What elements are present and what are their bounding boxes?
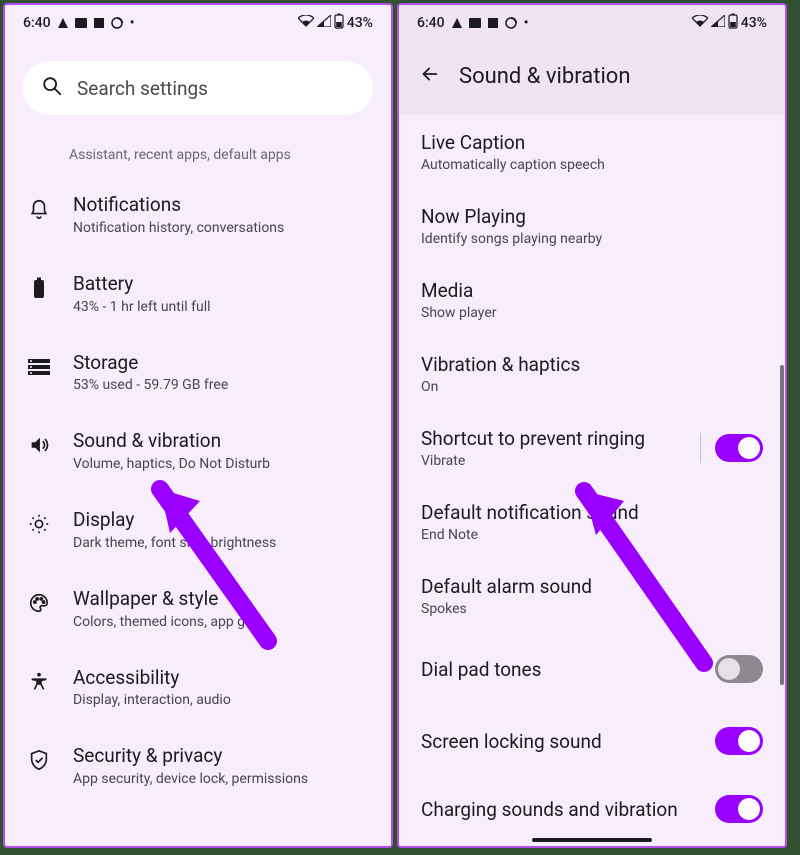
item-subtitle: Dark theme, font size, brightness [73,535,369,551]
gesture-bar [532,838,652,842]
item-title: Storage [73,351,369,375]
wifi-icon [692,15,708,31]
setting-charging-sounds[interactable]: Charging sounds and vibration [399,777,785,829]
settings-item-security[interactable]: Security & privacy App security, device … [5,726,391,805]
right-screenshot: 6:40 • 43% Sound & vibration Live Captio… [397,3,787,848]
brightness-icon [27,510,51,538]
status-dot-icon: • [524,15,529,31]
accessibility-icon [27,668,51,696]
settings-item-sound-vibration[interactable]: Sound & vibration Volume, haptics, Do No… [5,411,391,490]
item-subtitle: Vibrate [421,453,686,469]
status-app-icon [505,17,517,29]
status-app-icon [452,18,462,28]
item-title: Accessibility [73,666,369,690]
item-title: Wallpaper & style [73,587,369,611]
status-time: 6:40 [23,15,51,31]
toggle-switch[interactable] [715,795,763,823]
status-app-icon [75,18,87,28]
setting-vibration-haptics[interactable]: Vibration & haptics On [399,337,785,411]
item-subtitle: Colors, themed icons, app grid [73,614,369,630]
battery-percent: 43% [741,15,767,31]
page-title: Sound & vibration [459,64,631,89]
item-title: Shortcut to prevent ringing [421,427,686,450]
search-icon [41,75,63,101]
wifi-icon [298,15,314,31]
battery-icon [334,13,344,33]
status-app-icon [58,18,68,28]
divider [700,433,701,463]
setting-default-notification-sound[interactable]: Default notification sound End Note [399,485,785,559]
item-title: Notifications [73,193,369,217]
item-subtitle: Volume, haptics, Do Not Disturb [73,456,369,472]
item-title: Sound & vibration [73,429,369,453]
scrollbar[interactable] [780,365,784,685]
battery-icon [728,13,738,33]
settings-item-notifications[interactable]: Notifications Notification history, conv… [5,175,391,254]
item-subtitle: App security, device lock, permissions [73,771,369,787]
status-app-icon [94,18,104,28]
item-title: Default notification sound [421,501,763,524]
item-subtitle: Automatically caption speech [421,157,763,173]
setting-screen-locking-sound[interactable]: Screen locking sound [399,705,785,777]
settings-item-accessibility[interactable]: Accessibility Display, interaction, audi… [5,648,391,727]
search-placeholder: Search settings [77,77,208,100]
left-screenshot: 6:40 • 43% Search settings Assistant, re… [3,3,393,848]
setting-live-caption[interactable]: Live Caption Automatically caption speec… [399,115,785,189]
status-bar: 6:40 • 43% [5,5,391,41]
page-header: Sound & vibration [399,41,785,115]
palette-icon [27,589,51,617]
setting-now-playing[interactable]: Now Playing Identify songs playing nearb… [399,189,785,263]
shield-icon [27,746,51,774]
storage-icon [27,353,51,381]
toggle-switch[interactable] [715,727,763,755]
setting-dial-pad-tones[interactable]: Dial pad tones [399,633,785,705]
item-subtitle: Show player [421,305,763,321]
item-subtitle: Display, interaction, audio [73,692,369,708]
settings-item-storage[interactable]: Storage 53% used - 59.79 GB free [5,333,391,412]
item-title: Security & privacy [73,744,369,768]
item-title: Default alarm sound [421,575,763,598]
truncated-row-subtitle: Assistant, recent apps, default apps [69,147,327,163]
setting-default-alarm-sound[interactable]: Default alarm sound Spokes [399,559,785,633]
item-subtitle: Spokes [421,601,763,617]
volume-icon [27,431,51,459]
signal-icon [317,15,331,31]
status-time: 6:40 [417,15,445,31]
item-title: Media [421,279,763,302]
toggle-switch[interactable] [715,434,763,462]
status-app-icon [111,17,123,29]
settings-item-wallpaper[interactable]: Wallpaper & style Colors, themed icons, … [5,569,391,648]
item-subtitle: 43% - 1 hr left until full [73,299,369,315]
setting-shortcut-prevent-ringing[interactable]: Shortcut to prevent ringing Vibrate [399,411,785,485]
settings-item-battery[interactable]: Battery 43% - 1 hr left until full [5,254,391,333]
item-title: Screen locking sound [421,730,701,753]
settings-item-display[interactable]: Display Dark theme, font size, brightnes… [5,490,391,569]
item-subtitle: On [421,379,763,395]
bell-icon [27,195,51,223]
status-app-icon [488,18,498,28]
item-subtitle: Notification history, conversations [73,220,369,236]
item-title: Vibration & haptics [421,353,763,376]
item-title: Dial pad tones [421,658,701,681]
battery-icon [27,274,51,302]
status-app-icon [469,18,481,28]
back-button[interactable] [419,63,441,89]
setting-media[interactable]: Media Show player [399,263,785,337]
item-title: Now Playing [421,205,763,228]
item-title: Charging sounds and vibration [421,798,701,821]
item-subtitle: End Note [421,527,763,543]
toggle-switch[interactable] [715,655,763,683]
status-bar: 6:40 • 43% [399,5,785,41]
item-subtitle: 53% used - 59.79 GB free [73,377,369,393]
battery-percent: 43% [347,15,373,31]
signal-icon [711,15,725,31]
settings-list[interactable]: Notifications Notification history, conv… [5,163,391,846]
item-subtitle: Identify songs playing nearby [421,231,763,247]
sound-settings-list[interactable]: Live Caption Automatically caption speec… [399,115,785,846]
search-settings[interactable]: Search settings [23,61,373,115]
item-title: Live Caption [421,131,763,154]
item-title: Display [73,508,369,532]
item-title: Battery [73,272,369,296]
status-dot-icon: • [130,15,135,31]
